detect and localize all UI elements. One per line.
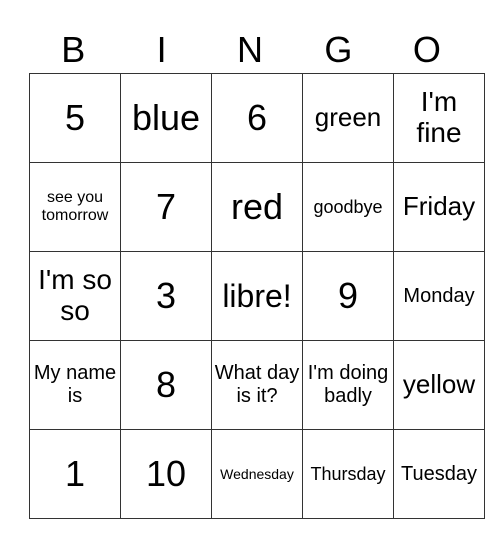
- bingo-cell free-space[interactable]: libre!: [211, 251, 303, 341]
- bingo-cell[interactable]: Wednesday: [211, 429, 303, 519]
- header-letter-o: O: [412, 29, 441, 70]
- bingo-cell[interactable]: 5: [29, 73, 121, 163]
- bingo-row: I'm so so 3 libre! 9 Monday: [29, 251, 485, 341]
- bingo-card: 5 blue 6 green I'm fine see you tomorrow…: [29, 73, 485, 519]
- bingo-cell[interactable]: 9: [302, 251, 394, 341]
- bingo-cell[interactable]: Monday: [393, 251, 485, 341]
- header-letter-g: G: [324, 29, 353, 70]
- bingo-cell[interactable]: What day is it?: [211, 340, 303, 430]
- bingo-header: B I N G O: [29, 28, 471, 72]
- bingo-row: see you tomorrow 7 red goodbye Friday: [29, 162, 485, 252]
- header-letter-n: N: [237, 29, 264, 70]
- bingo-row: My name is 8 What day is it? I'm doing b…: [29, 340, 485, 430]
- bingo-cell[interactable]: My name is: [29, 340, 121, 430]
- header-letter-b: B: [61, 29, 86, 70]
- bingo-cell[interactable]: 8: [120, 340, 212, 430]
- bingo-cell[interactable]: green: [302, 73, 394, 163]
- bingo-cell[interactable]: blue: [120, 73, 212, 163]
- bingo-cell[interactable]: goodbye: [302, 162, 394, 252]
- bingo-cell[interactable]: see you tomorrow: [29, 162, 121, 252]
- bingo-cell[interactable]: 10: [120, 429, 212, 519]
- bingo-cell[interactable]: yellow: [393, 340, 485, 430]
- bingo-row: 5 blue 6 green I'm fine: [29, 73, 485, 163]
- bingo-row: 1 10 Wednesday Thursday Tuesday: [29, 429, 485, 519]
- bingo-cell[interactable]: Friday: [393, 162, 485, 252]
- header-letter-i: I: [156, 29, 167, 70]
- bingo-cell[interactable]: I'm doing badly: [302, 340, 394, 430]
- bingo-cell[interactable]: red: [211, 162, 303, 252]
- bingo-cell[interactable]: 6: [211, 73, 303, 163]
- bingo-cell[interactable]: 3: [120, 251, 212, 341]
- bingo-cell[interactable]: 1: [29, 429, 121, 519]
- bingo-cell[interactable]: I'm fine: [393, 73, 485, 163]
- bingo-cell[interactable]: 7: [120, 162, 212, 252]
- bingo-cell[interactable]: Thursday: [302, 429, 394, 519]
- bingo-cell[interactable]: Tuesday: [393, 429, 485, 519]
- bingo-cell[interactable]: I'm so so: [29, 251, 121, 341]
